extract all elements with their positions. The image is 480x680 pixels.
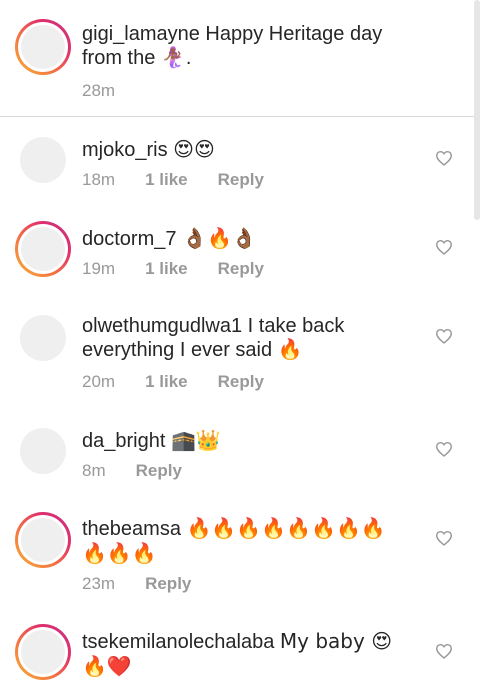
comment-text: olwethumgudlwa1 I take back everything I… [82,314,412,362]
scrollbar[interactable] [474,0,480,220]
comment-time: 19m [82,259,116,278]
caption-meta: 28m [82,81,145,101]
caption-username[interactable]: gigi_lamayne [82,23,200,45]
comment-meta: 18m 1 like Reply [82,170,264,190]
caption-avatar[interactable] [15,19,71,75]
reply-button[interactable]: Reply [136,461,182,481]
comment-username[interactable]: thebeamsa [82,518,181,540]
heart-outline-icon[interactable] [435,530,453,546]
comment-meta: 8m Reply [82,461,182,481]
comment-time: 23m [82,574,116,593]
reply-button[interactable]: Reply [218,170,264,190]
comment-text: mjoko_ris 😍😍 [82,137,422,162]
comment-text: doctorm_7 👌🏾🔥👌🏾 [82,226,422,251]
caption-text: gigi_lamayne Happy Heritage day from the… [82,22,422,70]
heart-outline-icon[interactable] [435,239,453,255]
post-caption: gigi_lamayne Happy Heritage day from the… [0,0,480,117]
heart-outline-icon[interactable] [435,643,453,659]
comment-time: 20m [82,372,116,391]
comment-avatar[interactable] [15,624,71,680]
reply-button[interactable]: Reply [145,574,191,594]
reply-button[interactable]: Reply [218,372,264,392]
heart-outline-icon[interactable] [435,441,453,457]
comment-username[interactable]: tsekemilanolechalaba [82,631,274,653]
comment-username[interactable]: olwethumgudlwa1 [82,315,242,337]
comment-avatar[interactable] [15,512,71,568]
comment-avatar[interactable] [20,315,66,361]
comment-avatar[interactable] [20,137,66,183]
comments-screen: gigi_lamayne Happy Heritage day from the… [0,0,480,680]
comment-username[interactable]: da_bright [82,430,165,452]
comment-time: 18m [82,170,116,189]
heart-outline-icon[interactable] [435,328,453,344]
comment-avatar[interactable] [20,428,66,474]
comment-text: da_bright 🕋👑 [82,428,422,453]
comment-body: 👌🏾🔥👌🏾 [182,226,257,250]
comment-avatar[interactable] [15,221,71,277]
comment-likes[interactable]: 1 like [145,170,188,190]
comment-text: tsekemilanolechalaba My baby 😍🔥❤️ [82,629,412,679]
comment-text: thebeamsa 🔥🔥🔥🔥🔥🔥🔥🔥🔥🔥🔥 [82,516,402,566]
comment-body: 🕋👑 [170,428,221,452]
reply-button[interactable]: Reply [218,259,264,279]
comment-meta: 19m 1 like Reply [82,259,264,279]
comment-meta: 23m Reply [82,574,191,594]
comment-username[interactable]: mjoko_ris [82,139,168,161]
comment-time: 8m [82,461,106,480]
comment-body: 😍😍 [173,137,215,161]
comment-username[interactable]: doctorm_7 [82,228,177,250]
caption-time: 28m [82,81,116,100]
comment-likes[interactable]: 1 like [145,259,188,279]
comment-likes[interactable]: 1 like [145,372,188,392]
heart-outline-icon[interactable] [435,150,453,166]
comment-meta: 20m 1 like Reply [82,372,264,392]
